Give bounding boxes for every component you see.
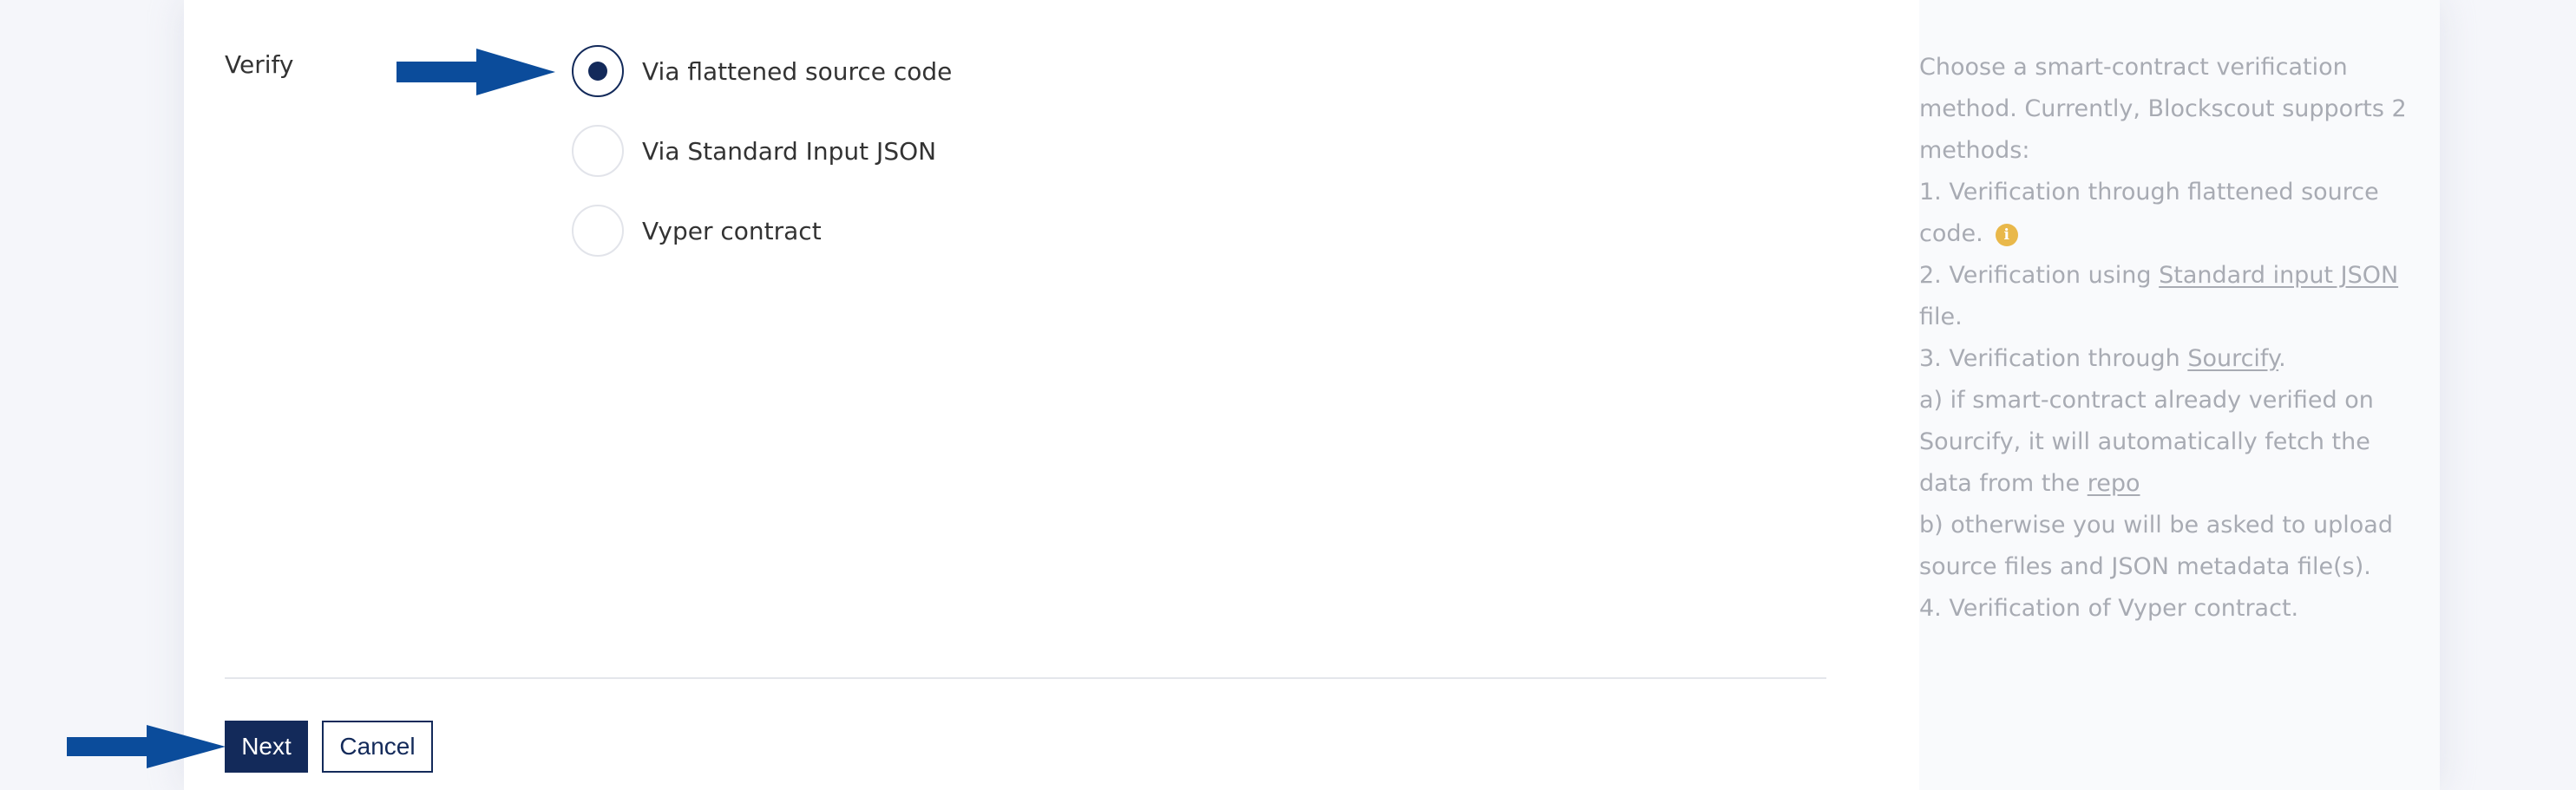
form-divider (225, 677, 1826, 679)
radio-button-vyper[interactable] (572, 205, 624, 257)
info-icon[interactable]: i (1995, 224, 2018, 246)
help-item-3-prefix: 3. Verification through (1919, 345, 2188, 372)
radio-button-flattened[interactable] (572, 45, 624, 97)
radio-label-vyper: Vyper contract (642, 216, 822, 245)
help-item-3a-prefix: a) if smart-contract already verified on… (1919, 387, 2374, 497)
radio-option-standard-json[interactable]: Via Standard Input JSON (572, 125, 936, 177)
help-item-3-suffix: . (2278, 345, 2286, 372)
help-item-1: 1. Verification through flattened source… (1919, 172, 2418, 255)
standard-input-json-link[interactable]: Standard input JSON (2159, 262, 2398, 289)
verify-label: Verify (225, 50, 294, 79)
radio-option-flattened[interactable]: Via flattened source code (572, 45, 952, 97)
help-item-2-suffix: file. (1919, 304, 1963, 330)
help-item-3: 3. Verification through Sourcify. (1919, 338, 2418, 380)
help-sidebar: Choose a smart-contract verification met… (1919, 0, 2440, 790)
help-item-1-text: 1. Verification through flattened source… (1919, 179, 2379, 247)
repo-link[interactable]: repo (2088, 470, 2140, 497)
help-intro: Choose a smart-contract verification met… (1919, 54, 2407, 164)
help-item-3b: b) otherwise you will be asked to upload… (1919, 512, 2393, 580)
sourcify-link[interactable]: Sourcify (2187, 345, 2278, 372)
cancel-button[interactable]: Cancel (322, 721, 433, 773)
page: Verify Via flattened source code Via Sta… (0, 0, 2576, 790)
next-button[interactable]: Next (225, 721, 308, 773)
arrow-right-icon (67, 725, 226, 768)
radio-option-vyper[interactable]: Vyper contract (572, 205, 822, 257)
radio-label-standard-json: Via Standard Input JSON (642, 136, 937, 166)
help-text: Choose a smart-contract verification met… (1919, 47, 2418, 630)
radio-label-flattened: Via flattened source code (642, 56, 953, 86)
help-item-2-prefix: 2. Verification using (1919, 262, 2160, 289)
radio-button-standard-json[interactable] (572, 125, 624, 177)
help-item-3a: a) if smart-contract already verified on… (1919, 380, 2418, 505)
arrow-right-icon (397, 49, 555, 95)
help-item-4: 4. Verification of Vyper contract. (1919, 595, 2299, 622)
help-item-2: 2. Verification using Standard input JSO… (1919, 255, 2418, 338)
